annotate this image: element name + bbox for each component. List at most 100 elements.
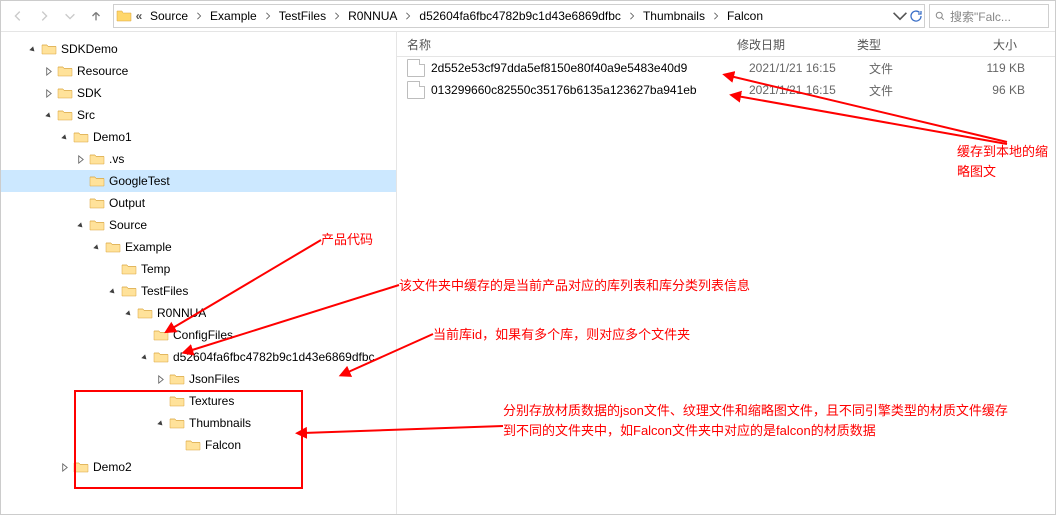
folder-icon <box>185 437 201 453</box>
collapse-icon[interactable] <box>153 419 167 428</box>
tree-node[interactable]: TestFiles <box>1 280 396 302</box>
folder-icon <box>89 217 105 233</box>
address-bar: « Source Example TestFiles R0NNUA d52604fa6f… <box>1 1 1055 32</box>
column-size[interactable]: 大小 <box>937 36 1017 53</box>
breadcrumb-segment[interactable]: Falcon <box>721 5 769 27</box>
breadcrumb-segment[interactable]: R0NNUA <box>342 5 403 27</box>
tree-node[interactable]: Resource <box>1 60 396 82</box>
tree-node[interactable]: Source <box>1 214 396 236</box>
tree-node[interactable]: Thumbnails <box>1 412 396 434</box>
tree-node-label: Temp <box>141 262 170 276</box>
tree-node[interactable]: SDK <box>1 82 396 104</box>
explorer-window: « SourceExampleTestFilesR0NNUAd52604fa6f… <box>0 0 1056 515</box>
folder-tree[interactable]: SDKDemo Resource SDKSrc Demo1 .vs GoogleTestO… <box>1 32 397 515</box>
collapse-icon[interactable] <box>137 353 151 362</box>
chevron-right-icon[interactable] <box>332 12 342 20</box>
tree-node[interactable]: Output <box>1 192 396 214</box>
expand-icon[interactable] <box>57 463 71 472</box>
collapse-icon[interactable] <box>57 133 71 142</box>
breadcrumb-overflow[interactable]: « <box>134 9 144 23</box>
chevron-right-icon[interactable] <box>711 12 721 20</box>
chevron-down-icon <box>892 8 908 24</box>
breadcrumb[interactable]: « Source Example TestFiles R0NNUA d52604fa6f… <box>113 4 925 28</box>
column-name[interactable]: 名称 <box>407 36 737 53</box>
file-row[interactable]: 2d552e53cf97dda5ef8150e80f40a9e5483e40d9… <box>397 57 1055 79</box>
chevron-right-icon[interactable] <box>627 12 637 20</box>
nav-up-button[interactable] <box>83 4 109 28</box>
chevron-right-icon[interactable] <box>263 12 273 20</box>
file-row[interactable]: 013299660c82550c35176b6135a123627ba941eb… <box>397 79 1055 101</box>
file-list-pane: 名称 修改日期 类型 大小 2d552e53cf97dda5ef8150e80f… <box>397 32 1055 515</box>
tree-node[interactable]: Src <box>1 104 396 126</box>
collapse-icon[interactable] <box>25 45 39 54</box>
tree-node[interactable]: Falcon <box>1 434 396 456</box>
tree-node[interactable]: GoogleTest <box>1 170 396 192</box>
arrow-left-icon <box>11 9 25 23</box>
tree-node-label: Source <box>109 218 147 232</box>
tree-node-label: ConfigFiles <box>173 328 233 342</box>
annotation-thumbnail-cache: 缓存到本地的缩略图文 <box>957 142 1055 181</box>
folder-icon <box>121 283 137 299</box>
tree-node-label: Resource <box>77 64 128 78</box>
breadcrumb-segment[interactable]: Example <box>204 5 263 27</box>
tree-node-label: Demo1 <box>93 130 132 144</box>
expand-icon[interactable] <box>153 375 167 384</box>
tree-node-label: Falcon <box>205 438 241 452</box>
nav-back-button[interactable] <box>5 4 31 28</box>
folder-icon <box>41 41 57 57</box>
collapse-icon[interactable] <box>41 111 55 120</box>
expand-icon[interactable] <box>41 67 55 76</box>
collapse-icon[interactable] <box>89 243 103 252</box>
expand-icon[interactable] <box>41 89 55 98</box>
folder-icon <box>57 85 73 101</box>
column-type[interactable]: 类型 <box>857 36 937 53</box>
tree-node[interactable]: JsonFiles <box>1 368 396 390</box>
file-name: 013299660c82550c35176b6135a123627ba941eb <box>431 83 749 97</box>
collapse-icon[interactable] <box>105 287 119 296</box>
breadcrumb-segment[interactable]: Thumbnails <box>637 5 711 27</box>
breadcrumb-dropdown[interactable] <box>892 8 908 24</box>
recent-dropdown[interactable] <box>57 4 83 28</box>
search-input[interactable]: 搜索"Falc... <box>929 4 1049 28</box>
breadcrumb-segment[interactable]: Source <box>144 5 194 27</box>
folder-icon <box>169 415 185 431</box>
breadcrumb-segment[interactable]: TestFiles <box>273 5 332 27</box>
folder-icon <box>89 195 105 211</box>
tree-node[interactable]: ConfigFiles <box>1 324 396 346</box>
folder-icon <box>137 305 153 321</box>
folder-icon <box>153 327 169 343</box>
tree-node-label: JsonFiles <box>189 372 240 386</box>
tree-node[interactable]: .vs <box>1 148 396 170</box>
tree-node-label: Textures <box>189 394 234 408</box>
file-name: 2d552e53cf97dda5ef8150e80f40a9e5483e40d9 <box>431 61 749 75</box>
column-headers[interactable]: 名称 修改日期 类型 大小 <box>397 32 1055 57</box>
tree-node-label: SDKDemo <box>61 42 118 56</box>
tree-node[interactable]: Example <box>1 236 396 258</box>
folder-icon <box>121 261 137 277</box>
folder-icon <box>57 107 73 123</box>
column-date[interactable]: 修改日期 <box>737 36 857 53</box>
tree-node[interactable]: Textures <box>1 390 396 412</box>
folder-icon <box>73 129 89 145</box>
chevron-right-icon[interactable] <box>194 12 204 20</box>
chevron-right-icon[interactable] <box>403 12 413 20</box>
folder-icon <box>105 239 121 255</box>
breadcrumb-segment[interactable]: d52604fa6fbc4782b9c1d43e6869dfbc <box>413 5 627 27</box>
file-type: 文件 <box>869 82 949 99</box>
expand-icon[interactable] <box>73 155 87 164</box>
tree-node[interactable]: d52604fa6fbc4782b9c1d43e6869dfbc <box>1 346 396 368</box>
tree-node[interactable]: Temp <box>1 258 396 280</box>
tree-node[interactable]: Demo1 <box>1 126 396 148</box>
refresh-icon <box>908 8 924 24</box>
chevron-down-icon <box>63 9 77 23</box>
refresh-button[interactable] <box>908 8 924 24</box>
tree-node[interactable]: R0NNUA <box>1 302 396 324</box>
collapse-icon[interactable] <box>121 309 135 318</box>
tree-node-label: Example <box>125 240 172 254</box>
nav-forward-button[interactable] <box>31 4 57 28</box>
file-icon <box>407 81 425 99</box>
collapse-icon[interactable] <box>73 221 87 230</box>
tree-node[interactable]: Demo2 <box>1 456 396 478</box>
tree-node-label: .vs <box>109 152 124 166</box>
tree-node[interactable]: SDKDemo <box>1 38 396 60</box>
